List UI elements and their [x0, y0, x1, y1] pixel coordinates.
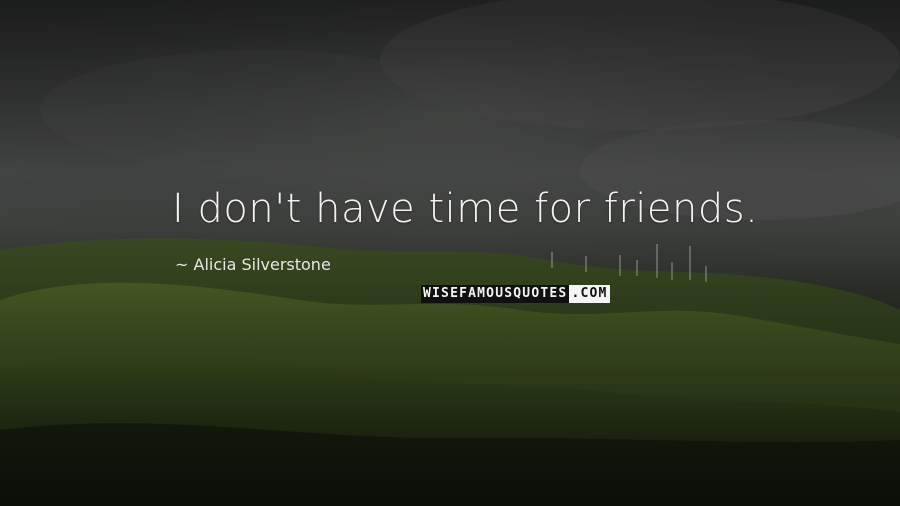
watermark-domain: .COM [569, 285, 610, 303]
author-name: Alicia Silverstone [193, 255, 331, 274]
site-watermark: WISEFAMOUSQUOTES .COM [421, 285, 610, 303]
landscape-background [0, 0, 900, 506]
quote-text: I don't have time for friends. [172, 186, 759, 232]
quote-author: ~ Alicia Silverstone [175, 255, 331, 274]
watermark-name: WISEFAMOUSQUOTES [421, 285, 570, 303]
quote-image: I don't have time for friends. ~ Alicia … [0, 0, 900, 506]
